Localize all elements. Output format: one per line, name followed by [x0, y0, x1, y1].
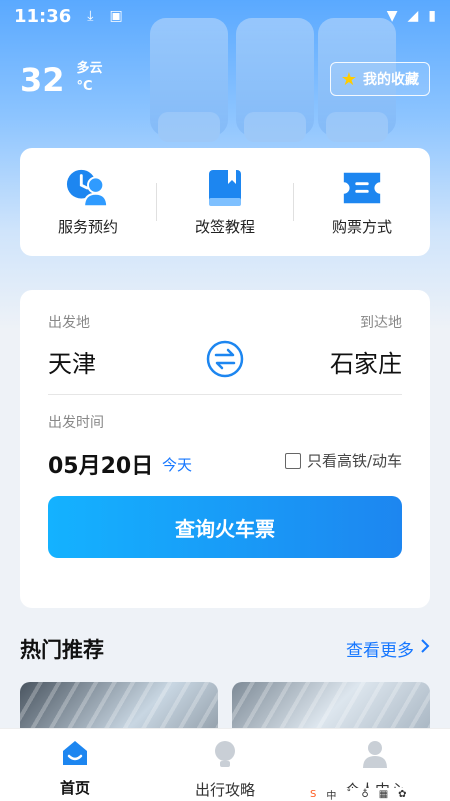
punctuation-icon[interactable]: ˚ — [346, 789, 351, 800]
weather-description: 多云 — [76, 61, 103, 76]
seat-illustration — [150, 18, 228, 142]
quick-item-rebook-tutorial[interactable]: 改签教程 — [157, 168, 293, 237]
favorites-button[interactable]: ★ 我的收藏 — [329, 62, 430, 96]
today-badge: 今天 — [162, 456, 193, 474]
status-bar: 11:36 ⤓ ▣ ▼ ◢ ▮ — [0, 0, 450, 32]
microphone-icon[interactable]: ♁ — [361, 789, 368, 800]
departure-time-label: 出发时间 — [48, 415, 104, 431]
status-time: 11:36 — [14, 5, 72, 27]
weather-unit: °C — [76, 79, 93, 94]
tab-travel-guide[interactable]: 出行攻略 — [150, 729, 300, 801]
divider — [48, 394, 402, 395]
departure-date[interactable]: 05月20日 — [48, 448, 153, 480]
download-icon: ⤓ — [87, 8, 94, 24]
to-label: 到达地 — [360, 315, 402, 331]
quick-actions-card: 服务预约 改签教程 购票方式 — [20, 148, 430, 256]
hot-recommend-title: 热门推荐 — [20, 638, 104, 662]
see-more-label: 查看更多 — [346, 641, 414, 661]
ime-language-label[interactable]: 中 — [326, 787, 336, 801]
seat-illustration — [236, 18, 314, 142]
person-clock-icon — [66, 168, 110, 208]
weather-temperature: 32 — [20, 61, 65, 99]
tab-label: 首页 — [59, 779, 90, 797]
quick-label: 购票方式 — [331, 217, 392, 236]
tab-label: 出行攻略 — [194, 781, 255, 799]
battery-icon: ▮ — [428, 8, 436, 24]
lightbulb-icon — [212, 739, 238, 773]
from-label: 出发地 — [48, 315, 90, 331]
see-more-link[interactable]: 查看更多 — [346, 636, 430, 661]
ticket-search-card: 出发地 到达地 天津 石家庄 出发时间 05月20日 今天 只看高铁/动车 查询… — [20, 290, 430, 608]
home-icon — [60, 739, 90, 771]
chevron-right-icon — [420, 638, 430, 659]
filter-label: 只看高铁/动车 — [306, 452, 402, 470]
signal-icon: ◢ — [407, 8, 419, 24]
favorites-label: 我的收藏 — [363, 72, 419, 88]
quick-item-service-booking[interactable]: 服务预约 — [20, 168, 156, 237]
checkbox[interactable] — [284, 452, 301, 469]
wifi-icon: ▼ — [386, 8, 398, 24]
tab-home[interactable]: 首页 — [0, 729, 150, 801]
ime-logo-icon: S — [310, 789, 317, 800]
from-city[interactable]: 天津 — [48, 344, 96, 379]
keyboard-a-icon: ▣ — [109, 8, 123, 24]
quick-item-purchase-methods[interactable]: 购票方式 — [294, 168, 430, 237]
swap-icon[interactable] — [206, 340, 244, 378]
book-icon — [203, 168, 247, 208]
to-city[interactable]: 石家庄 — [330, 344, 402, 379]
query-train-button[interactable]: 查询火车票 — [48, 496, 402, 558]
person-icon — [361, 739, 389, 773]
skin-icon[interactable]: ✿ — [398, 789, 406, 800]
quick-label: 服务预约 — [57, 217, 118, 236]
input-method-toolbar: S 中 ˚ ♁ ▦ ✿ — [300, 788, 450, 801]
star-icon: ★ — [340, 68, 357, 90]
weather-widget: 32 多云 °C — [20, 60, 103, 100]
quick-label: 改签教程 — [194, 217, 255, 236]
keyboard-icon[interactable]: ▦ — [379, 789, 388, 800]
high-speed-filter[interactable]: 只看高铁/动车 — [284, 450, 402, 471]
ticket-icon — [340, 168, 384, 208]
